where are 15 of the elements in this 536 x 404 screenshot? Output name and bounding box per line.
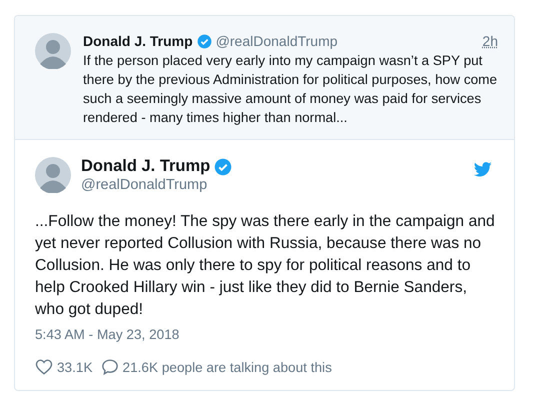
avatar-icon: [35, 157, 71, 193]
tweet-text: ...Follow the money! The spy was there early in the campaign and yet never reported Collusion with Russia, because there was no Collusion. He was only there to spy for political reasons and to help Crooked Hillary win - just like they did to Bernie Sanders, who got duped!: [35, 212, 495, 320]
speech-bubble-icon[interactable]: [100, 358, 119, 376]
heart-icon[interactable]: [35, 358, 53, 376]
avatar-icon: [35, 33, 71, 69]
tweet-time[interactable]: 2h: [482, 33, 498, 49]
tweet-timestamp[interactable]: 5:43 AM - May 23, 2018: [35, 327, 180, 342]
author-name[interactable]: Donald J. Trump: [83, 33, 193, 49]
talking-count[interactable]: 21.6K people are talking about this: [122, 360, 332, 374]
tweet-text: If the person placed very early into my campaign wasn’t a SPY put there by the previous Administration for political purposes, how come such a seemingly massive amount of money was paid for services rendered - many times higher than normal...: [83, 52, 498, 127]
author-name[interactable]: Donald J. Trump: [81, 157, 210, 176]
bird-icon[interactable]: [474, 162, 492, 177]
author-handle[interactable]: @realDonaldTrump: [81, 177, 232, 193]
like-count: 33.1K: [57, 360, 93, 374]
author-handle[interactable]: @realDonaldTrump: [216, 33, 338, 49]
